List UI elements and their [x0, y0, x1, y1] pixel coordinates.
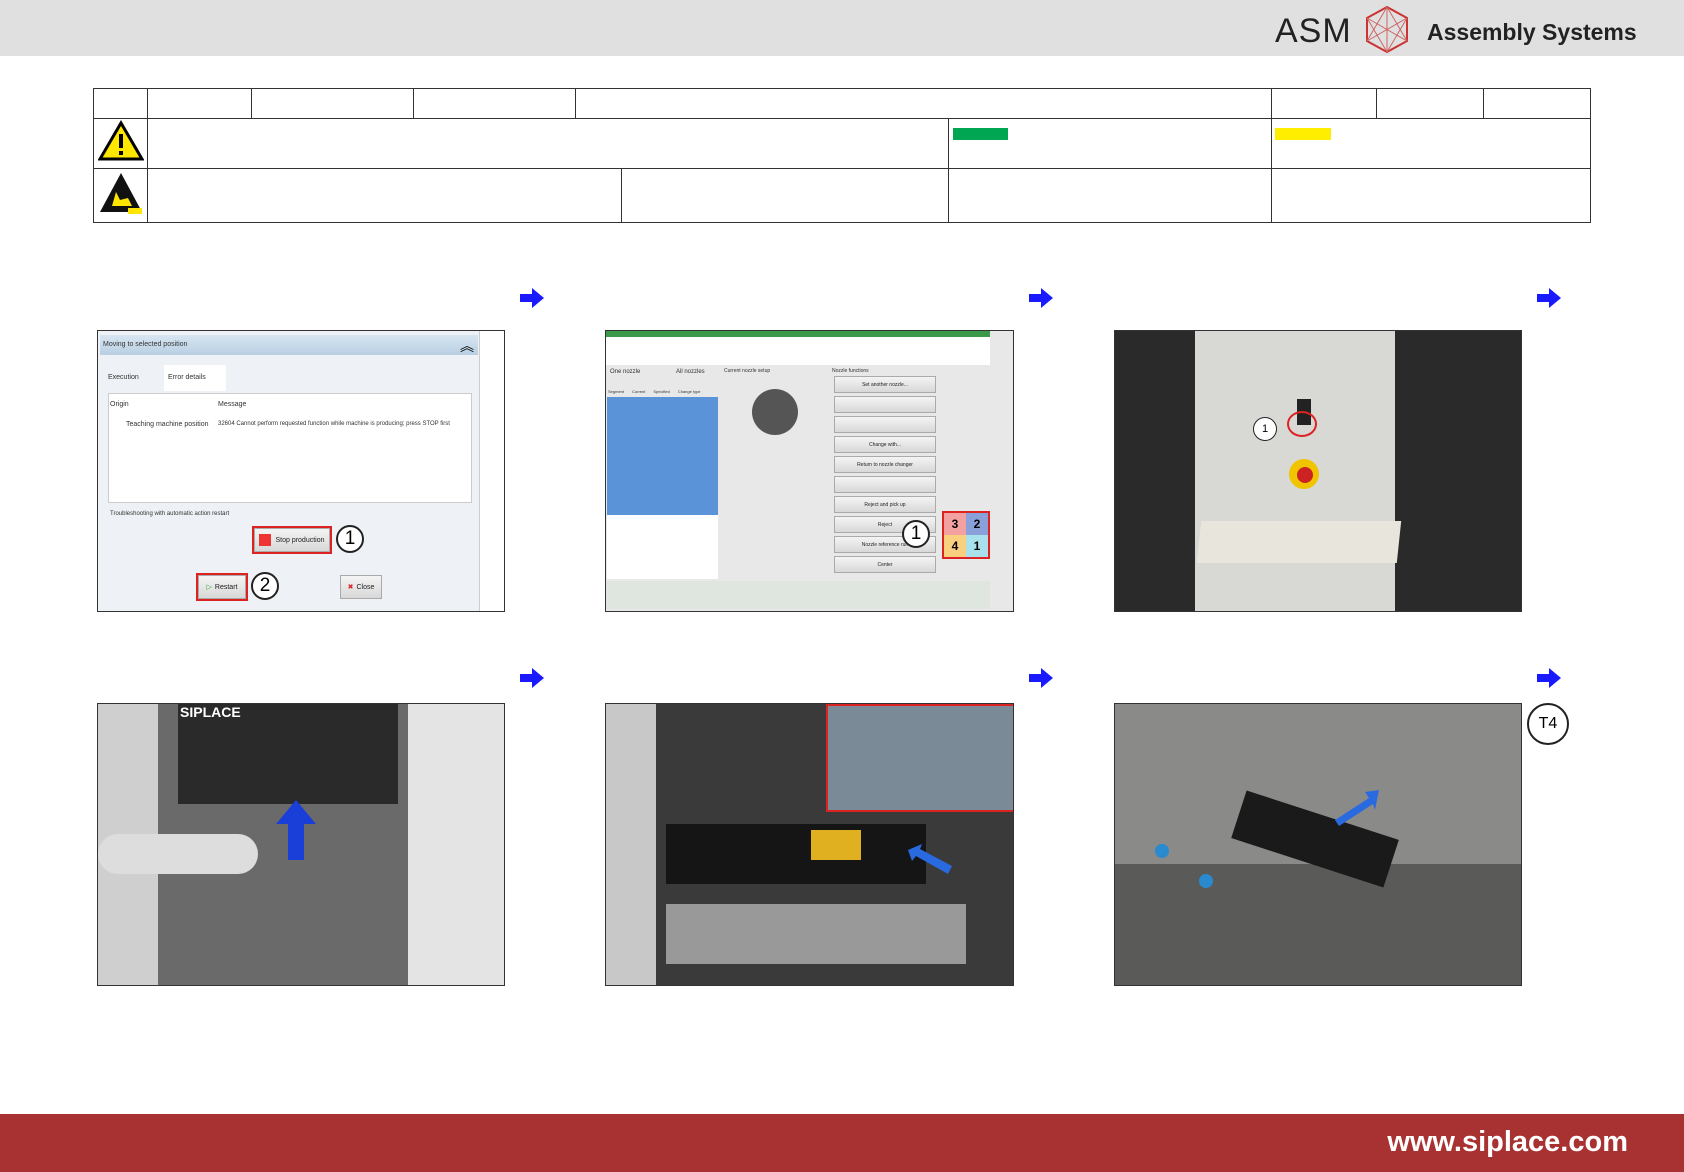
nozzle-screen-screenshot: One nozzle All nozzles Current nozzle se… [605, 330, 1014, 612]
center-button[interactable]: Center [834, 556, 936, 573]
nozzle-revolver [752, 389, 798, 435]
next-arrow-icon [1029, 288, 1053, 308]
troubleshoot-label: Troubleshooting with automatic action re… [110, 511, 230, 517]
pointer-arrow-icon [1335, 790, 1379, 826]
next-arrow-icon [520, 668, 544, 688]
next-arrow-icon [1537, 288, 1561, 308]
error-message: 32604 Cannot perform requested function … [218, 421, 450, 427]
machine-interior-photo [605, 703, 1014, 986]
tab-one-nozzle[interactable]: One nozzle [610, 369, 640, 375]
column-header: Current [632, 389, 646, 394]
column-header: Specified [653, 389, 670, 394]
info-table-top [93, 88, 1591, 119]
panel-title: Current nozzle setup [724, 368, 771, 374]
column-message: Message [218, 401, 247, 408]
footer-url[interactable]: www.siplace.com [1387, 1126, 1628, 1159]
quadrant-3[interactable]: 3 [944, 513, 966, 535]
callout-1: 1 [1253, 417, 1277, 441]
collapse-icon[interactable]: ︽ [460, 336, 474, 356]
green-indicator [953, 128, 1008, 140]
error-dialog-screenshot: Moving to selected position ︽ Execution … [97, 330, 505, 612]
brand-name: ASM [1275, 12, 1352, 50]
tool-badge-t4: T4 [1527, 703, 1569, 745]
tab-execution[interactable]: Execution [108, 374, 139, 381]
callout-2: 2 [251, 572, 279, 600]
disabled-button[interactable] [834, 476, 936, 493]
info-table-esd [93, 168, 1591, 223]
reject-and-pick-up-button[interactable]: Reject and pick up [834, 496, 936, 513]
gripper-photo [1114, 703, 1522, 986]
column-origin: Origin [110, 401, 129, 408]
brand-subtitle: Assembly Systems [1427, 19, 1637, 45]
disabled-button[interactable] [834, 396, 936, 413]
machine-front-photo: 1 [1114, 330, 1522, 612]
info-table-warnings [93, 118, 1591, 169]
dialog-title: Moving to selected position [103, 341, 188, 348]
yellow-indicator [1275, 128, 1331, 140]
change-with-button[interactable]: Change with... [834, 436, 936, 453]
esd-icon [99, 173, 142, 214]
column-header: Segment [608, 389, 625, 394]
up-arrow-icon [276, 800, 316, 860]
inset-photo [826, 704, 1013, 812]
next-arrow-icon [520, 288, 544, 308]
disabled-button[interactable] [834, 416, 936, 433]
panel-title: Nozzle functions [832, 368, 869, 374]
next-arrow-icon [1537, 668, 1561, 688]
close-button[interactable]: ✖ Close [340, 575, 382, 599]
machine-cover-photo: SIPLACE [97, 703, 505, 986]
set-another-nozzle-button[interactable]: Set another nozzle... [834, 376, 936, 393]
tab-error-details[interactable]: Error details [168, 374, 206, 381]
footer-bar: www.siplace.com [0, 1114, 1684, 1172]
quadrant-2[interactable]: 2 [966, 513, 988, 535]
quadrant-4[interactable]: 4 [944, 535, 966, 557]
callout-1: 1 [902, 520, 930, 548]
column-header: Change type [677, 389, 701, 394]
siplace-label: SIPLACE [180, 704, 241, 720]
tab-all-nozzles[interactable]: All nozzles [676, 369, 705, 375]
callout-1: 1 [336, 525, 364, 553]
pointer-arrow-icon [908, 844, 952, 874]
head-quadrant-selector[interactable]: 3 2 4 1 [942, 511, 990, 559]
return-to-nozzle-changer-button[interactable]: Return to nozzle changer [834, 456, 936, 473]
next-arrow-icon [1029, 668, 1053, 688]
error-origin: Teaching machine position [126, 421, 209, 428]
quadrant-1[interactable]: 1 [966, 535, 988, 557]
warning-icon [96, 120, 145, 161]
asm-logo-icon [1366, 5, 1408, 54]
header-bar: ASM Assembly Systems [0, 0, 1684, 56]
